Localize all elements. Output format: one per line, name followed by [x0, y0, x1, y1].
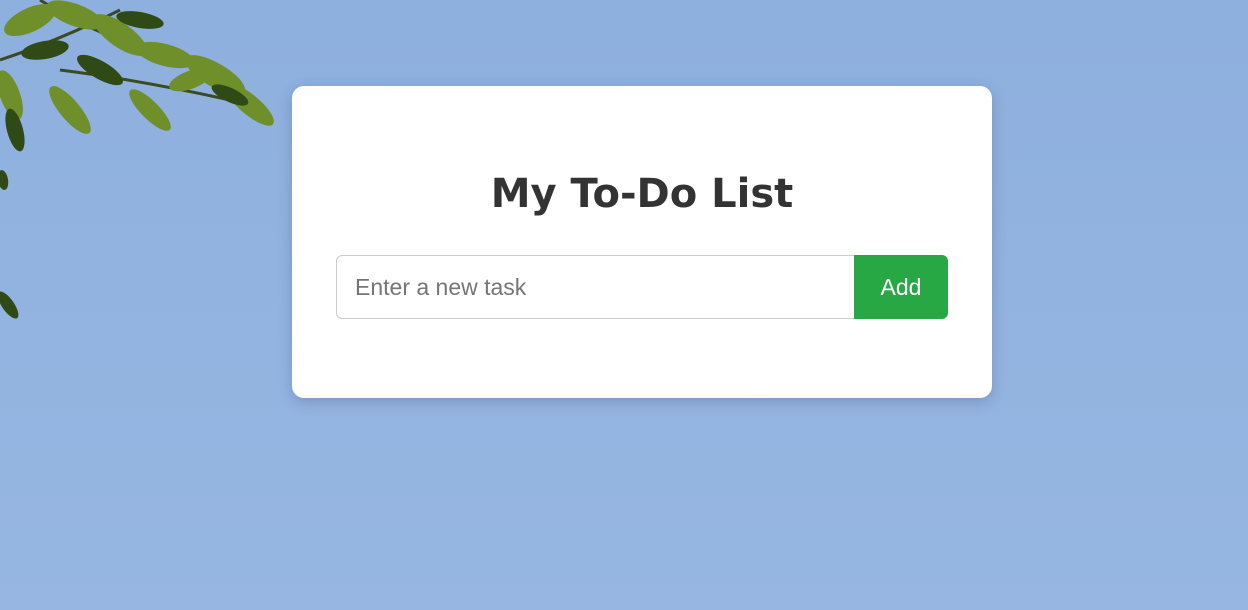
todo-card: My To-Do List Add [292, 86, 992, 398]
page-title: My To-Do List [490, 171, 794, 217]
tree-leaves-decoration [0, 0, 274, 319]
task-form: Add [336, 255, 948, 319]
add-button[interactable]: Add [854, 255, 948, 319]
task-input[interactable] [336, 255, 854, 319]
